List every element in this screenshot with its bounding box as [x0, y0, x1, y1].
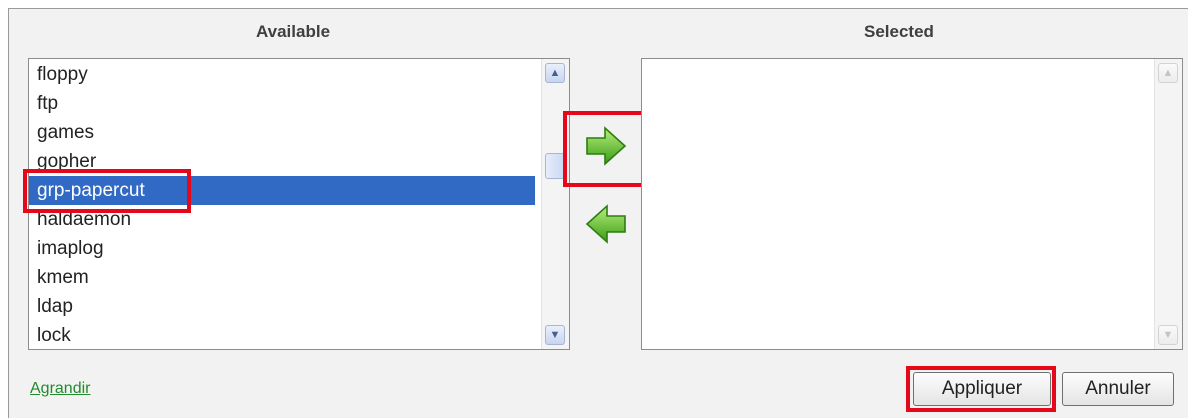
selected-header: Selected	[864, 22, 934, 41]
scroll-up-icon[interactable]: ▲	[545, 63, 565, 83]
cancel-button[interactable]: Annuler	[1062, 372, 1174, 406]
apply-button[interactable]: Appliquer	[913, 372, 1051, 406]
right-arrow-icon	[586, 126, 627, 166]
scroll-up-icon[interactable]: ▲	[1158, 63, 1178, 83]
list-item[interactable]: lock	[29, 321, 517, 349]
list-item[interactable]: gopher	[29, 147, 517, 176]
list-item[interactable]: games	[29, 118, 517, 147]
scroll-thumb[interactable]	[545, 153, 565, 179]
available-header: Available	[256, 22, 331, 41]
selected-listbox[interactable]: ▲ ▼	[641, 58, 1183, 350]
remove-button[interactable]	[578, 196, 634, 252]
expand-link[interactable]: Agrandir	[30, 380, 90, 398]
left-arrow-icon	[585, 204, 626, 244]
scroll-down-icon[interactable]: ▼	[1158, 325, 1178, 345]
list-item[interactable]: floppy	[29, 60, 517, 89]
available-scrollbar[interactable]: ▲ ▼	[541, 59, 569, 349]
list-item[interactable]: ldap	[29, 292, 517, 321]
list-item[interactable]: ftp	[29, 89, 517, 118]
list-item[interactable]: haldaemon	[29, 205, 517, 234]
selected-scrollbar[interactable]: ▲ ▼	[1154, 59, 1182, 349]
list-item[interactable]: grp-papercut	[29, 176, 535, 205]
add-button[interactable]	[578, 118, 634, 174]
list-item[interactable]: imaplog	[29, 234, 517, 263]
scroll-down-icon[interactable]: ▼	[545, 325, 565, 345]
available-listbox[interactable]: floppy ftp games gopher grp-papercut haldaemo…	[28, 58, 570, 350]
list-item[interactable]: kmem	[29, 263, 517, 292]
